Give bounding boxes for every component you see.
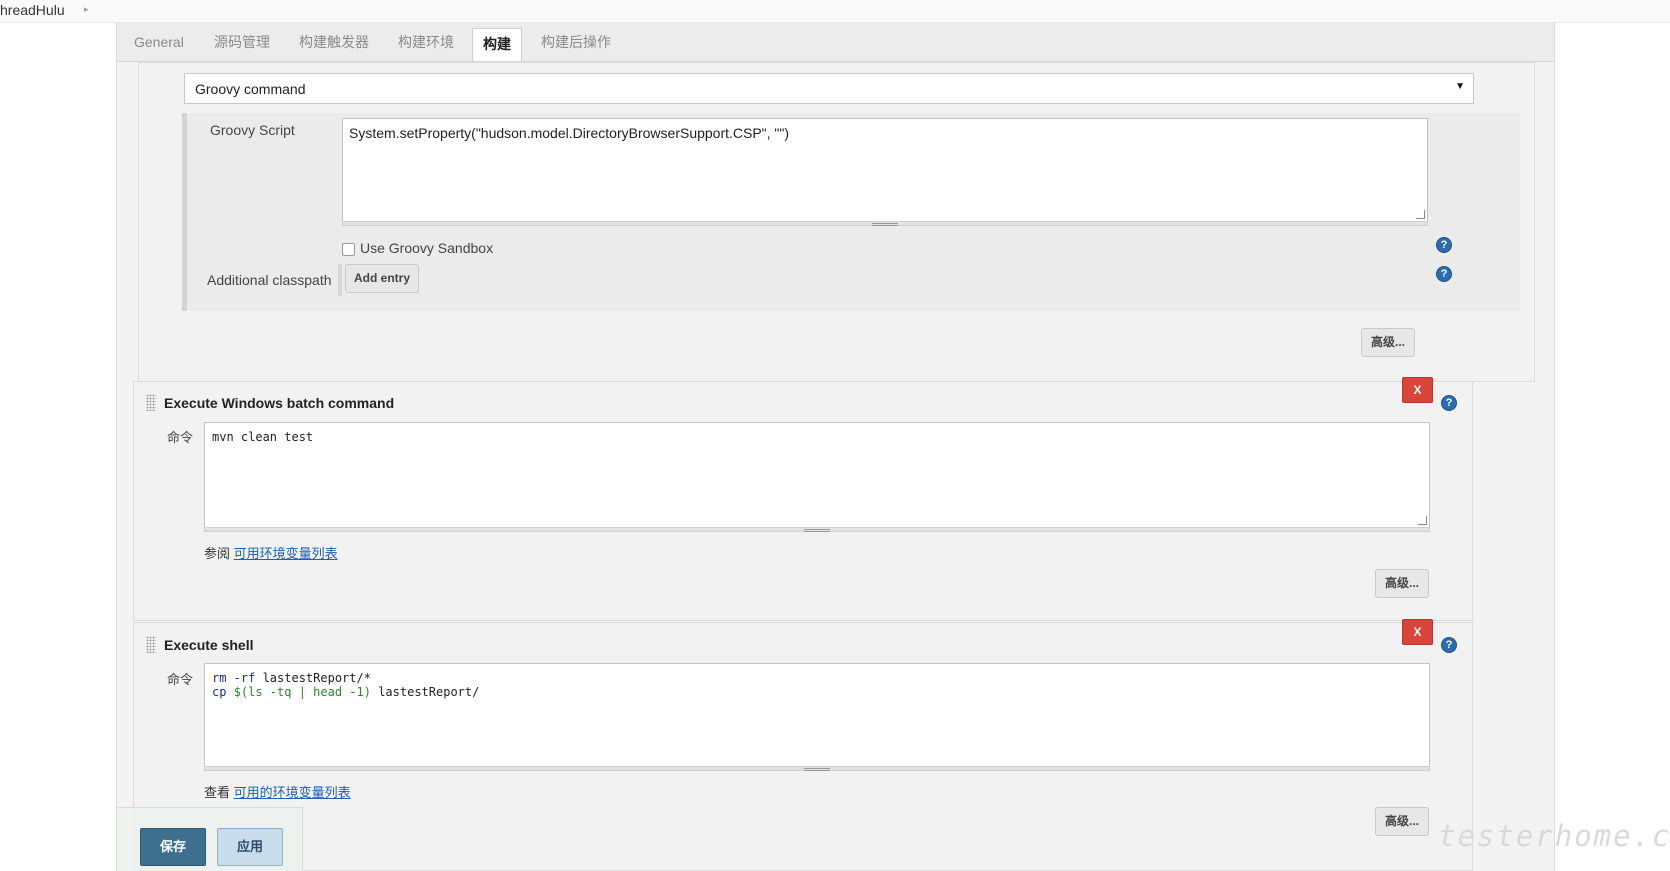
shell-env-hint: 查看 可用的环境变量列表: [204, 782, 351, 801]
groovy-script-label: Groovy Script: [210, 122, 295, 138]
drag-handle-icon[interactable]: [146, 394, 156, 411]
groovy-mode-value: Groovy command: [195, 81, 306, 97]
breadcrumb-arrow-icon[interactable]: ▸: [84, 4, 89, 15]
config-tabbar: General 源码管理 构建触发器 构建环境 构建 构建后操作: [117, 22, 1554, 62]
tab-build-triggers[interactable]: 构建触发器: [299, 22, 369, 61]
resize-handle-icon[interactable]: [1416, 210, 1425, 219]
shell-command-resize-bar[interactable]: [204, 766, 1430, 771]
groovy-advanced-button[interactable]: 高级...: [1361, 328, 1415, 357]
shell-step-title: Execute shell: [164, 637, 254, 653]
windows-advanced-button[interactable]: 高级...: [1375, 569, 1429, 598]
tab-post-build[interactable]: 构建后操作: [541, 22, 611, 61]
save-button[interactable]: 保存: [140, 828, 206, 866]
groovy-script-textarea[interactable]: System.setProperty("hudson.model.Directo…: [342, 118, 1428, 222]
resize-handle-icon[interactable]: [1418, 516, 1427, 525]
classpath-divider: [338, 264, 342, 296]
help-icon[interactable]: ?: [1436, 237, 1452, 253]
dropdown-caret-icon: ▼: [1455, 81, 1465, 92]
help-icon[interactable]: ?: [1441, 395, 1457, 411]
groovy-sandbox-label: Use Groovy Sandbox: [360, 240, 494, 256]
delete-step-button[interactable]: X: [1402, 377, 1433, 403]
windows-command-resize-bar[interactable]: [204, 527, 1430, 532]
windows-see-prefix: 参阅: [204, 546, 231, 561]
tab-general[interactable]: General: [134, 22, 184, 61]
tab-build-environment[interactable]: 构建环境: [398, 22, 454, 61]
shell-command-textarea[interactable]: rm -rf lastestReport/* cp $(ls -tq | head…: [204, 663, 1430, 767]
groovy-sandbox-checkbox[interactable]: [342, 243, 355, 256]
windows-command-textarea[interactable]: mvn clean test: [204, 422, 1430, 528]
env-vars-link[interactable]: 可用的环境变量列表: [234, 785, 351, 800]
breadcrumb: hreadHulu ▸: [0, 0, 1670, 23]
classpath-label: Additional classpath: [207, 272, 332, 288]
shell-command-label: 命令: [167, 672, 194, 687]
shell-see-prefix: 查看: [204, 785, 231, 800]
add-entry-button[interactable]: Add entry: [345, 264, 419, 293]
groovy-script-resize-bar[interactable]: [342, 221, 1428, 226]
windows-command-label: 命令: [167, 430, 194, 445]
tab-build[interactable]: 构建: [472, 28, 522, 61]
watermark: testerhome.com: [1438, 819, 1670, 853]
shell-command-line: rm -rf lastestReport/*: [212, 671, 371, 685]
help-icon[interactable]: ?: [1441, 637, 1457, 653]
groovy-mode-select[interactable]: Groovy command ▼: [184, 73, 1474, 104]
apply-button[interactable]: 应用: [217, 828, 283, 866]
windows-step-title: Execute Windows batch command: [164, 395, 395, 411]
tab-scm[interactable]: 源码管理: [214, 22, 270, 61]
drag-handle-icon[interactable]: [146, 636, 156, 653]
delete-step-button[interactable]: X: [1402, 619, 1433, 645]
help-icon[interactable]: ?: [1436, 266, 1452, 282]
breadcrumb-project-link[interactable]: hreadHulu: [0, 2, 65, 18]
shell-command-line: cp $(ls -tq | head -1) lastestReport/: [212, 685, 480, 699]
windows-env-hint: 参阅 可用环境变量列表: [204, 543, 338, 562]
shell-advanced-button[interactable]: 高级...: [1375, 807, 1429, 836]
env-vars-link[interactable]: 可用环境变量列表: [234, 546, 338, 561]
